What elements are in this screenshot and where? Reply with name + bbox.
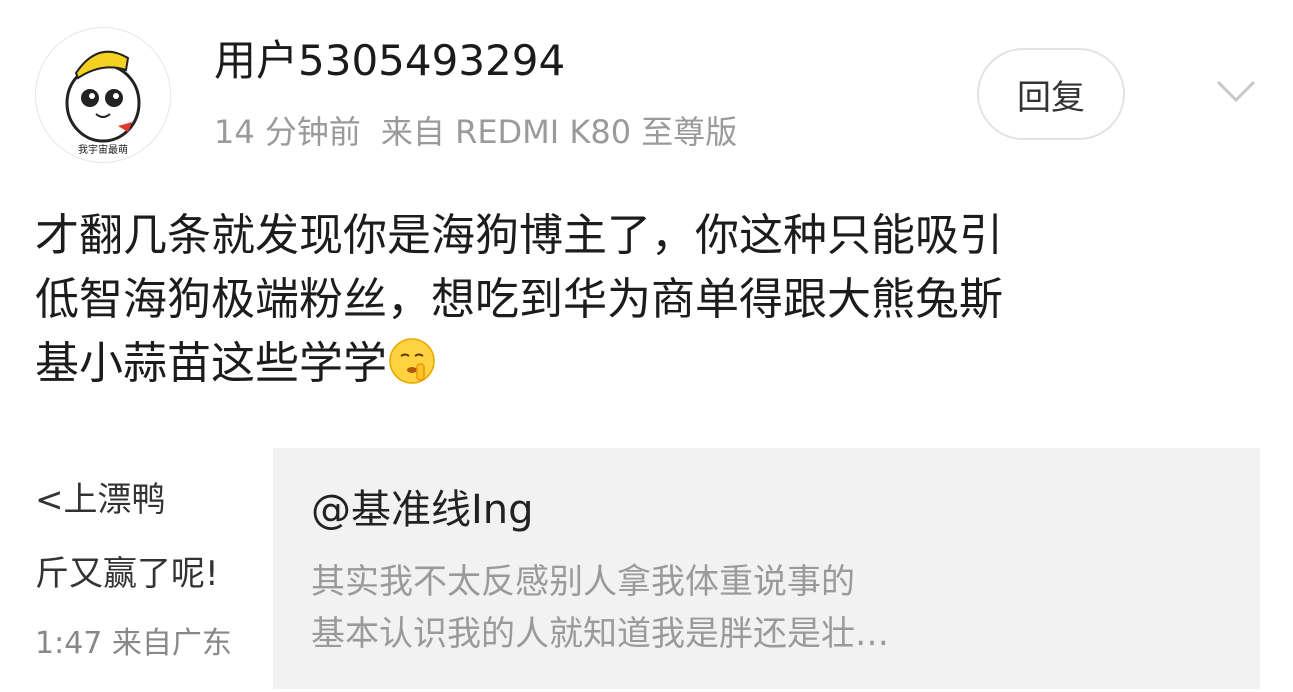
avatar-text: 我宇宙最萌: [78, 145, 128, 156]
content-line: 才翻几条就发现你是海狗博主了，你这种只能吸引: [35, 210, 1003, 261]
avatar[interactable]: 我宇宙最萌: [35, 27, 171, 163]
content-line-text: 基小蒜苗这些学学: [35, 338, 387, 389]
thumbnail-text: 1:47 来自广东: [35, 626, 232, 661]
thumbnail-text: 斤又赢了呢!: [35, 554, 219, 594]
post-source: 来自 REDMI K80 至尊版: [380, 113, 738, 151]
content-line: 基小蒜苗这些学学: [35, 332, 1255, 396]
username[interactable]: 用户5305493294: [214, 36, 565, 86]
post-content: 才翻几条就发现你是海狗博主了，你这种只能吸引 低智海狗极端粉丝，想吃到华为商单得…: [35, 204, 1255, 396]
quoted-post-line: 基本认识我的人就知道我是胖还是壮…: [311, 614, 889, 654]
quoted-post-card[interactable]: <上漂鸭 斤又赢了呢! 1:47 来自广东 @基准线Ing 其实我不太反感别人拿…: [35, 448, 1260, 689]
thumbnail-text: <上漂鸭: [35, 480, 166, 520]
shush-face-icon: [389, 338, 435, 384]
quoted-post-line: 其实我不太反感别人拿我体重说事的: [311, 562, 855, 602]
chevron-down-icon[interactable]: [1212, 72, 1260, 108]
post-meta: 14 分钟前 来自 REDMI K80 至尊版: [214, 111, 757, 153]
quoted-post-body: 其实我不太反感别人拿我体重说事的 基本认识我的人就知道我是胖还是壮…: [311, 556, 889, 660]
quoted-post-thumbnail: <上漂鸭 斤又赢了呢! 1:47 来自广东: [35, 448, 273, 689]
quoted-post-author[interactable]: @基准线Ing: [311, 484, 534, 536]
content-line: 低智海狗极端粉丝，想吃到华为商单得跟大熊兔斯: [35, 274, 1003, 325]
post-time: 14 分钟前: [214, 113, 361, 151]
reply-button[interactable]: 回复: [977, 48, 1125, 140]
